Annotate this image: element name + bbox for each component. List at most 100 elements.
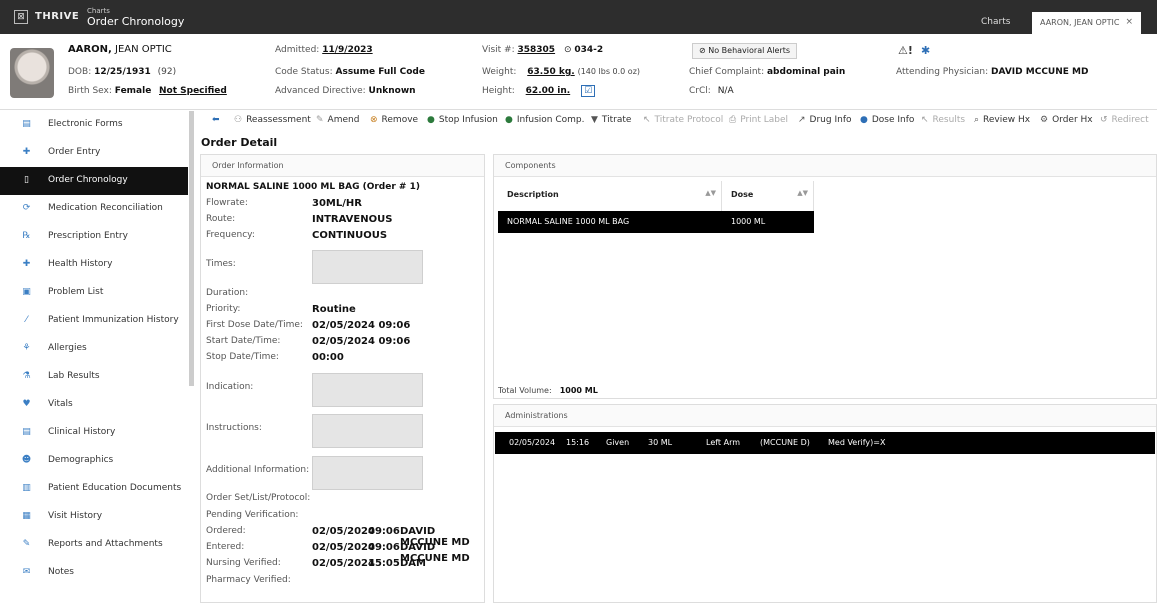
titrate-protocol-icon: ↖ [643,115,651,125]
titrate-button[interactable]: ▼ Titrate [591,115,631,125]
order-information-panel: Order Information NORMAL SALINE 1000 ML … [200,154,485,603]
tab-patient[interactable]: AARON, JEAN OPTIC × [1032,12,1141,34]
sidebar-item-demographics[interactable]: ☻ Demographics [0,447,188,475]
reassessment-button[interactable]: ⚇ Reassessment [234,115,311,125]
infusion-comp-button[interactable]: ● Infusion Comp. [505,115,584,125]
sidebar-item-patient-education-documents[interactable]: ▥ Patient Education Documents [0,475,188,503]
order-name: NORMAL SALINE 1000 ML BAG (Order # 1) [206,182,420,192]
sidebar-item-lab-results[interactable]: ⚗ Lab Results [0,363,188,391]
order-set-row: Order Set/List/Protocol: [206,493,311,503]
sidebar-item-electronic-forms[interactable]: ▤ Electronic Forms [0,111,188,139]
sidebar-item-health-history[interactable]: ✚ Health History [0,251,188,279]
first-dose-row: First Dose Date/Time: [206,320,303,330]
behavioral-alerts-badge[interactable]: ⊘ No Behavioral Alerts [692,43,798,59]
component-dose: 1000 ML [731,217,766,226]
sidebar-item-visit-history[interactable]: ▦ Visit History [0,503,188,531]
tab-patient-label: AARON, JEAN OPTIC [1040,18,1120,27]
sidebar-item-reports-and-attachments[interactable]: ✎ Reports and Attachments [0,531,188,559]
ordered-date: 02/05/2024 [312,526,375,537]
amend-button[interactable]: ✎ Amend [316,115,359,125]
entered-time: 09:06 [368,542,400,553]
electronic-forms-icon: ▤ [22,119,31,129]
ordered-time: 09:06 [368,526,400,537]
dose-info-button[interactable]: ● Dose Info [860,115,914,125]
app-logo-icon[interactable]: ⊠ [14,10,28,24]
visit-link[interactable]: 358305 [518,45,556,55]
visit-number: Visit #: 358305 ⊙ 034-2 [482,45,604,55]
patient-dob: DOB: 12/25/1931 (92) [68,67,177,77]
sidebar-item-patient-immunization-history[interactable]: ⁄ Patient Immunization History [0,307,188,335]
stop-value: 00:00 [312,352,344,363]
titrate-icon: ▼ [591,115,598,125]
sidebar-scrollbar[interactable] [189,111,194,386]
page-title: Order Chronology [87,15,185,28]
flowrate-row: Flowrate: [206,198,248,208]
order-entry-icon: ✚ [22,147,31,157]
admitted-link[interactable]: 11/9/2023 [322,45,372,55]
medication-reconciliation-icon: ⟳ [22,203,31,213]
remove-button[interactable]: ⊗ Remove [370,115,418,125]
order-information-header: Order Information [201,155,484,177]
sidebar-item-clinical-history[interactable]: ▤ Clinical History [0,419,188,447]
print-label-button[interactable]: ⎙ Print Label [729,115,788,125]
times-field[interactable] [312,250,423,284]
patient-gender[interactable]: Not Specified [159,86,227,96]
priority-row: Priority: [206,304,241,314]
sidebar-item-label: Demographics [48,455,114,465]
entered-row: Entered: [206,542,245,552]
sort-icon[interactable]: ▲▼ [705,189,716,197]
patient-education-documents-icon: ▥ [22,483,31,493]
warning-icon[interactable]: ⚠! [898,44,913,57]
results-button[interactable]: ↖ Results [921,115,965,125]
indication-field[interactable] [312,373,423,407]
column-header-description[interactable]: Description ▲▼ [498,181,722,211]
sidebar-item-label: Clinical History [48,427,116,437]
sidebar-item-medication-reconciliation[interactable]: ⟳ Medication Reconciliation [0,195,188,223]
route-value: INTRAVENOUS [312,214,393,225]
titrate-protocol-button[interactable]: ↖ Titrate Protocol [643,115,723,125]
sidebar-item-problem-list[interactable]: ▣ Problem List [0,279,188,307]
sidebar-item-label: Notes [48,567,74,577]
column-header-dose[interactable]: Dose ▲▼ [722,181,814,211]
top-bar: ⊠ THRIVE Charts Order Chronology Charts … [0,0,1157,34]
table-row[interactable]: NORMAL SALINE 1000 ML BAG 1000 ML [498,211,814,233]
chief-complaint: Chief Complaint: abdominal pain [689,67,846,77]
table-row[interactable]: 02/05/2024 15:16 Given 30 ML Left Arm (M… [495,432,1155,454]
prescription-entry-icon: ℞ [22,231,31,241]
sidebar-item-notes[interactable]: ✉ Notes [0,559,188,587]
height-link[interactable]: 62.00 in. [526,86,571,96]
components-panel: Components Description ▲▼ Dose ▲▼ NORMAL S… [493,154,1157,399]
close-icon[interactable]: × [1125,17,1133,27]
sidebar-item-label: Visit History [48,511,103,521]
vitals-icon: ♥ [22,399,31,409]
redirect-button[interactable]: ↺ Redirect [1100,115,1149,125]
sidebar-item-order-entry[interactable]: ✚ Order Entry [0,139,188,167]
back-button[interactable]: ⬅ [212,115,220,125]
sort-icon[interactable]: ▲▼ [797,189,808,197]
weight-link[interactable]: 63.50 kg. [527,67,574,77]
order-hx-button[interactable]: ⚙ Order Hx [1040,115,1093,125]
calculator-icon[interactable]: ☑ [581,85,596,97]
additional-info-field[interactable] [312,456,423,490]
print-icon: ⎙ [729,115,737,125]
health-history-icon: ✚ [22,259,31,269]
stop-infusion-button[interactable]: ● Stop Infusion [427,115,498,125]
tab-charts[interactable]: Charts [981,17,1010,27]
remove-icon: ⊗ [370,115,378,125]
location-pin-icon: ⊙ [563,45,572,55]
admitted: Admitted: 11/9/2023 [275,45,373,55]
lab-results-icon: ⚗ [22,371,31,381]
sidebar-item-allergies[interactable]: ⚘ Allergies [0,335,188,363]
nursing-time: 15:05 [368,558,400,569]
instructions-field[interactable] [312,414,423,448]
sidebar-item-order-chronology[interactable]: ▯ Order Chronology [0,167,188,195]
drug-info-button[interactable]: ↗ Drug Info [798,115,852,125]
review-hx-button[interactable]: ⌕ Review Hx [974,115,1030,125]
duration-row: Duration: [206,288,249,298]
sidebar-item-vitals[interactable]: ♥ Vitals [0,391,188,419]
demographics-icon: ☻ [21,455,32,465]
breadcrumb[interactable]: Charts [87,7,110,15]
order-toolbar: ⬅ ⚇ Reassessment ✎ Amend ⊗ Remove ● Stop Inf… [200,113,1157,129]
allergy-info-icon[interactable]: ✱ [921,44,930,57]
sidebar-item-prescription-entry[interactable]: ℞ Prescription Entry [0,223,188,251]
